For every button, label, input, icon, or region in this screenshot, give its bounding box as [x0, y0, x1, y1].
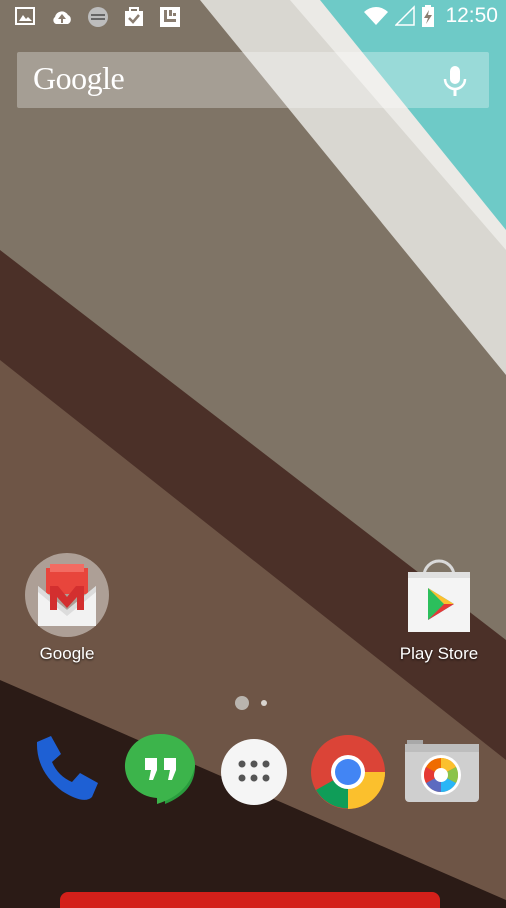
navigation-bar-edge	[60, 892, 440, 908]
gmail-folder-icon	[25, 553, 109, 637]
launcher-icon	[160, 7, 180, 27]
task-done-icon	[125, 7, 143, 26]
camera-icon[interactable]	[401, 730, 481, 810]
app-label: Play Store	[399, 644, 479, 663]
play-store-icon	[408, 559, 470, 632]
phone-icon[interactable]	[25, 730, 105, 810]
search-bar[interactable]: Google	[17, 52, 489, 108]
sync-icon	[88, 7, 108, 27]
cloud-upload-icon	[53, 11, 71, 24]
mic-icon[interactable]	[439, 64, 471, 98]
page-dot-current	[235, 696, 249, 710]
status-bar: 12:50	[0, 0, 506, 36]
chrome-icon[interactable]	[308, 730, 388, 810]
clock: 12:50	[445, 4, 498, 27]
app-label: Google	[39, 644, 95, 663]
hangouts-icon[interactable]	[121, 730, 201, 810]
wifi-icon	[364, 7, 389, 25]
app-google-folder[interactable]: Google	[7, 552, 127, 664]
cell-signal-icon	[395, 5, 416, 26]
battery-charging-icon	[422, 5, 435, 27]
image-icon	[15, 7, 35, 25]
page-indicator	[235, 696, 267, 710]
system-icons: 12:50	[363, 4, 498, 28]
dock	[0, 730, 506, 820]
page-dot	[261, 700, 267, 706]
notification-icons	[14, 5, 182, 29]
app-play-store[interactable]: Play Store	[379, 552, 499, 664]
google-logo: Google	[33, 60, 125, 96]
app-drawer-icon[interactable]	[214, 730, 294, 810]
